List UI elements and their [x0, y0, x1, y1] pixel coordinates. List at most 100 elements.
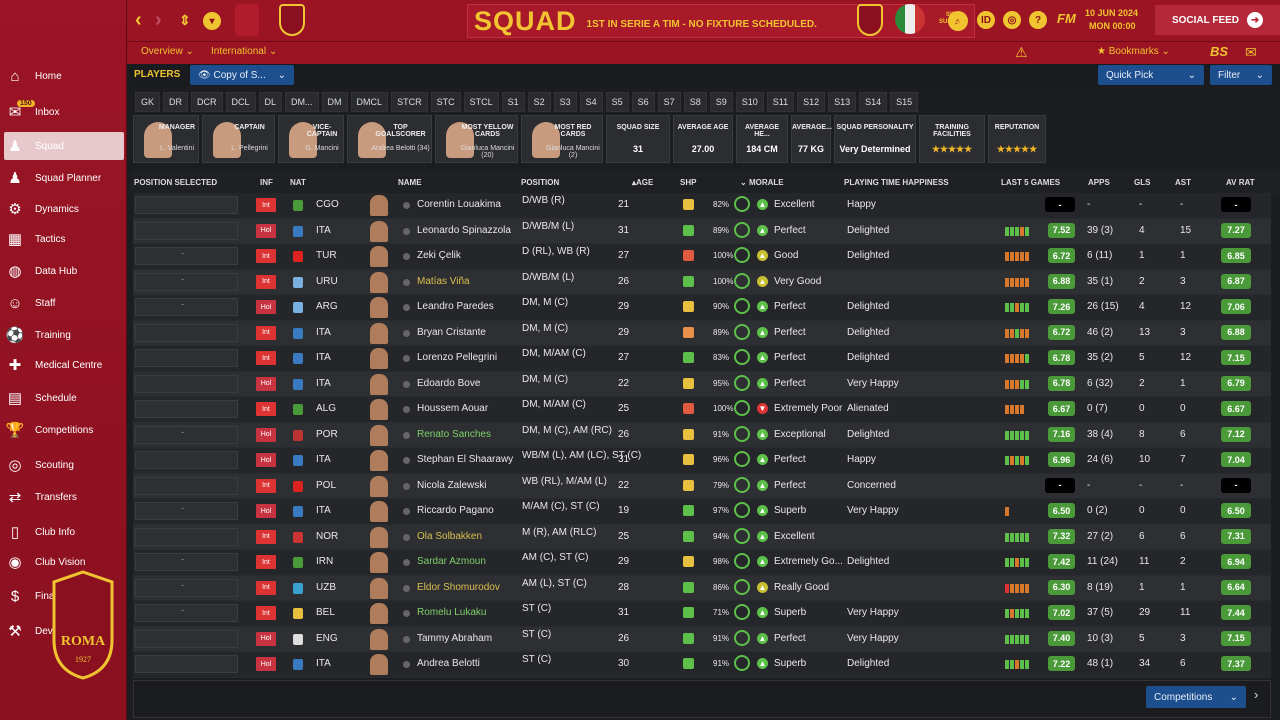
club-badge-icon[interactable] [279, 4, 305, 36]
player-name[interactable]: Zeki Çelik [417, 250, 461, 261]
bs-label[interactable]: BS [1210, 44, 1228, 59]
sidebar-item-dynamics[interactable]: ⚙ Dynamics [4, 195, 124, 223]
player-name[interactable]: Nicola Zalewski [417, 480, 486, 491]
player-name[interactable]: Romelu Lukaku [417, 607, 486, 618]
position-selected-dropdown[interactable]: - [135, 578, 238, 597]
col-apps[interactable]: APPS [1088, 178, 1110, 187]
summary-card[interactable]: MOST RED CARDS Gianluca Mancini (2) [521, 115, 603, 163]
col-name[interactable]: NAME [398, 178, 422, 187]
player-name[interactable]: Ola Solbakken [417, 531, 482, 542]
position-tab[interactable]: S11 [766, 92, 795, 112]
player-name[interactable]: Houssem Aouar [417, 403, 488, 414]
bookmarks-menu[interactable]: ★ Bookmarks ⌄ [1097, 46, 1170, 57]
position-selected-dropdown[interactable]: - [135, 604, 238, 622]
filter-button[interactable]: Filter ⌄ [1210, 65, 1272, 85]
table-row[interactable]: Hol ITA Leonardo Spinazzola D/WB/M (L) 31 89%… [133, 218, 1271, 244]
quick-pick-button[interactable]: Quick Pick ⌄ [1098, 65, 1204, 85]
alert-icon[interactable]: ⚠ [1015, 44, 1028, 61]
position-tab[interactable]: STCR [391, 92, 428, 112]
sidebar-item-home[interactable]: ⌂ Home [4, 62, 124, 90]
position-tab[interactable]: S5 [605, 92, 629, 112]
col-age[interactable]: ▴AGE [632, 178, 653, 187]
position-tab[interactable]: DCR [191, 92, 223, 112]
table-row[interactable]: Int ALG Houssem Aouar DM, M/AM (C) 25 100% ▼ Ex… [133, 397, 1271, 423]
position-selected-dropdown[interactable] [135, 527, 238, 546]
player-name[interactable]: Lorenzo Pellegrini [417, 352, 497, 363]
sidebar-item-inbox[interactable]: ✉ 150 Inbox [4, 98, 124, 126]
position-tab[interactable]: S8 [683, 92, 707, 112]
player-name[interactable]: Stephan El Shaarawy [417, 454, 513, 465]
position-selected-dropdown[interactable] [135, 374, 238, 393]
table-row[interactable]: - Hol POR Renato Sanches DM, M (C), AM (RC) 2… [133, 422, 1271, 448]
table-row[interactable]: Int ITA Lorenzo Pellegrini DM, M/AM (C) 27 83… [133, 346, 1271, 372]
player-name[interactable]: Edoardo Bove [417, 378, 480, 389]
position-tab[interactable]: STC [430, 92, 461, 112]
position-tab[interactable]: S3 [553, 92, 577, 112]
col-morale[interactable]: ⌄ MORALE [740, 178, 784, 187]
summary-card[interactable]: MANAGER L. Valentini [133, 115, 199, 163]
col-nat[interactable]: NAT [290, 178, 306, 187]
col-position[interactable]: POSITION [521, 178, 559, 187]
table-row[interactable]: Hol ENG Tammy Abraham ST (C) 26 91% ▲ Perfect Ve… [133, 626, 1271, 652]
summary-card[interactable]: SQUAD SIZE 31 [606, 115, 670, 163]
table-row[interactable]: Int CGO Corentin Louakima D/WB (R) 21 82% ▲ Exc… [133, 193, 1271, 219]
globe-icon[interactable]: ◎ [1003, 11, 1021, 29]
table-row[interactable]: - Int URU Matías Viña D/WB/M (L) 26 100% ▲ Very … [133, 269, 1271, 295]
position-selected-dropdown[interactable] [135, 221, 238, 240]
summary-card[interactable]: VICE-CAPTAIN G. Mancini [278, 115, 344, 163]
position-selected-dropdown[interactable] [135, 629, 238, 648]
player-name[interactable]: Sardar Azmoun [417, 556, 486, 567]
back-arrow-icon[interactable]: ‹ [135, 9, 142, 32]
summary-card[interactable]: MOST YELLOW CARDS Gianluca Mancini (20) [435, 115, 518, 163]
table-row[interactable]: Hol ITA Stephan El Shaarawy WB/M (L), AM (L… [133, 448, 1271, 474]
player-name[interactable]: Eldor Shomurodov [417, 582, 500, 593]
table-row[interactable]: - Int UZB Eldor Shomurodov AM (L), ST (C) 28 8… [133, 575, 1271, 601]
table-row[interactable]: Hol ITA Edoardo Bove DM, M (C) 22 95% ▲ Perfect… [133, 371, 1271, 397]
inbox-alert-icon[interactable]: ✉ [1245, 44, 1257, 61]
position-selected-dropdown[interactable] [135, 400, 238, 418]
position-selected-dropdown[interactable]: - [135, 272, 238, 291]
col-avrat[interactable]: AV RAT [1226, 178, 1255, 187]
position-selected-dropdown[interactable] [135, 349, 238, 367]
sidebar-item-medical-centre[interactable]: ✚ Medical Centre [4, 351, 124, 379]
chevron-right-icon[interactable]: › [1254, 687, 1258, 702]
position-selected-dropdown[interactable] [135, 323, 238, 342]
col-gls[interactable]: GLS [1134, 178, 1150, 187]
table-row[interactable]: Hol ITA Andrea Belotti ST (C) 30 91% ▲ Superb De… [133, 652, 1271, 678]
player-name[interactable]: Matías Viña [417, 276, 470, 287]
position-tab[interactable]: S12 [797, 92, 826, 112]
col-position-selected[interactable]: POSITION SELECTED [134, 178, 217, 187]
table-row[interactable]: - Int IRN Sardar Azmoun AM (C), ST (C) 29 98% ▲… [133, 550, 1271, 576]
table-row[interactable]: Int POL Nicola Zalewski WB (RL), M/AM (L) 22… [133, 473, 1271, 499]
position-selected-dropdown[interactable]: - [135, 553, 238, 571]
player-name[interactable]: Renato Sanches [417, 429, 491, 440]
position-tab[interactable]: S9 [709, 92, 733, 112]
fm-logo[interactable]: FM [1057, 11, 1076, 26]
table-row[interactable]: - Hol ARG Leandro Paredes DM, M (C) 29 90% ▲ Per… [133, 295, 1271, 321]
position-selected-dropdown[interactable] [135, 196, 238, 214]
summary-card[interactable]: AVERAGE HE... 184 CM [736, 115, 788, 163]
overview-menu[interactable]: Overview ⌄ [141, 46, 194, 57]
position-tab[interactable]: GK [135, 92, 161, 112]
player-name[interactable]: Leonardo Spinazzola [417, 225, 511, 236]
table-row[interactable]: - Hol ITA Riccardo Pagano M/AM (C), ST (C) 19… [133, 499, 1271, 525]
position-tab[interactable]: S6 [631, 92, 655, 112]
position-tab[interactable]: S13 [828, 92, 857, 112]
table-row[interactable]: Int ITA Bryan Cristante DM, M (C) 29 89% ▲ Perf… [133, 320, 1271, 346]
position-selected-dropdown[interactable]: - [135, 425, 238, 444]
sidebar-item-scouting[interactable]: ◎ Scouting [4, 451, 124, 479]
summary-card[interactable]: AVERAGE AGE 27.00 [673, 115, 733, 163]
position-tab[interactable]: S15 [890, 92, 919, 112]
sidebar-item-transfers[interactable]: ⇄ Transfers [4, 483, 124, 511]
position-selected-dropdown[interactable] [135, 476, 238, 495]
id-icon[interactable]: ID [977, 11, 995, 29]
position-tab[interactable]: S14 [859, 92, 888, 112]
summary-card[interactable]: CAPTAIN L. Pellegrini [202, 115, 275, 163]
position-tab[interactable]: DMCL [350, 92, 389, 112]
view-select[interactable]: 👁 Copy of S... ⌄ [190, 65, 294, 85]
sidebar-item-training[interactable]: ⚽ Training [4, 321, 124, 349]
summary-card[interactable]: TOP GOALSCORER Andrea Belotti (34) [347, 115, 432, 163]
position-selected-dropdown[interactable]: - [135, 298, 238, 316]
col-last5[interactable]: LAST 5 GAMES [1001, 178, 1060, 187]
player-name[interactable]: Tammy Abraham [417, 633, 492, 644]
